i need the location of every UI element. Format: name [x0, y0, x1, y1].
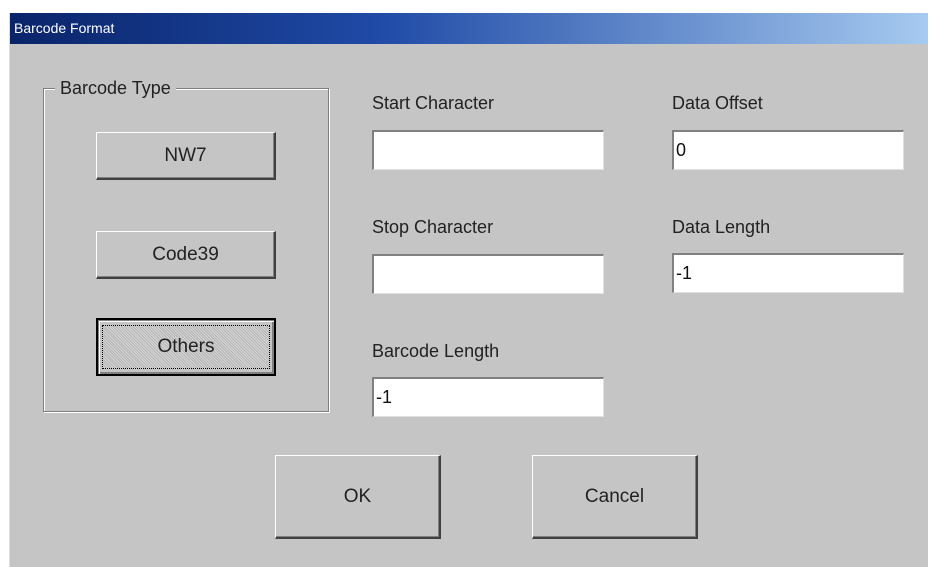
stop-character-input[interactable] — [372, 254, 604, 294]
barcode-format-dialog: Barcode Format Barcode Type NW7 Code39 O… — [9, 13, 928, 567]
nw7-button[interactable]: NW7 — [96, 132, 276, 180]
data-length-label: Data Length — [672, 217, 771, 237]
others-button[interactable]: Others — [96, 318, 276, 376]
ok-button-label: OK — [343, 485, 372, 507]
start-character-input[interactable] — [372, 130, 604, 170]
data-offset-input[interactable] — [672, 130, 904, 170]
start-character-label: Start Character — [372, 93, 495, 113]
ok-button[interactable]: OK — [275, 455, 441, 539]
window-title: Barcode Format — [14, 20, 115, 36]
cancel-button-label: Cancel — [584, 485, 645, 507]
nw7-button-label: NW7 — [164, 144, 207, 166]
data-length-input[interactable] — [672, 253, 904, 293]
data-offset-label: Data Offset — [672, 93, 763, 113]
others-button-label: Others — [102, 325, 270, 369]
title-bar[interactable]: Barcode Format — [10, 13, 928, 44]
stop-character-label: Stop Character — [372, 217, 494, 237]
code39-button-label: Code39 — [152, 243, 219, 265]
code39-button[interactable]: Code39 — [96, 231, 276, 279]
barcode-length-label: Barcode Length — [372, 341, 500, 361]
barcode-type-legend: Barcode Type — [55, 77, 176, 99]
cancel-button[interactable]: Cancel — [532, 455, 698, 539]
barcode-length-input[interactable] — [372, 377, 604, 417]
